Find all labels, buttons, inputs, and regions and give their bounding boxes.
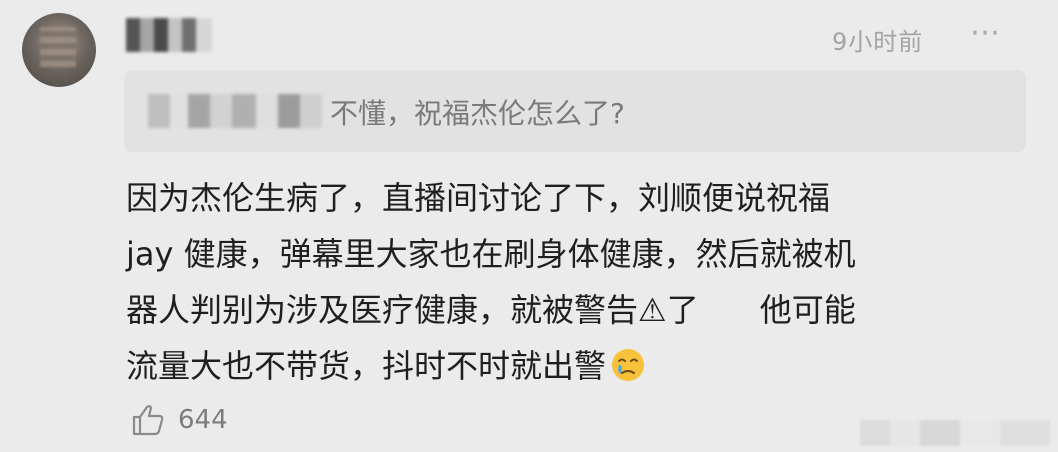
like-count: 644 xyxy=(178,405,228,435)
like-button[interactable]: 644 xyxy=(130,402,228,438)
crying-face-icon xyxy=(612,349,645,381)
avatar-mosaic xyxy=(40,27,76,67)
quoted-reply[interactable]: 不懂，祝福杰伦怎么了? xyxy=(124,70,1026,152)
username-mosaic[interactable] xyxy=(126,18,212,52)
comment-line-1: 因为杰伦生病了，直播间讨论了下，刘顺便说祝福 xyxy=(126,179,831,217)
thumbs-up-icon xyxy=(132,405,164,436)
watermark-mosaic xyxy=(860,420,1050,446)
quoted-user-mosaic xyxy=(148,94,322,128)
quoted-text: 不懂，祝福杰伦怎么了? xyxy=(330,97,625,130)
comment-body: 因为杰伦生病了，直播间讨论了下，刘顺便说祝福 jay 健康，弹幕里大家也在刷身体… xyxy=(126,170,1006,394)
avatar[interactable] xyxy=(22,13,96,87)
comment-line-4: 流量大也不带货，抖时不时就出警 xyxy=(126,347,607,385)
comment-line-3: 器人判别为涉及医疗健康，就被警告⚠了 他可能 xyxy=(126,291,856,329)
comment-line-2: jay 健康，弹幕里大家也在刷身体健康，然后就被机 xyxy=(126,235,856,273)
more-options-icon[interactable]: ⋯ xyxy=(970,18,1002,48)
comment-line-4-wrap: 流量大也不带货，抖时不时就出警 xyxy=(126,338,1006,394)
comment-time: 9小时前 xyxy=(832,28,924,56)
